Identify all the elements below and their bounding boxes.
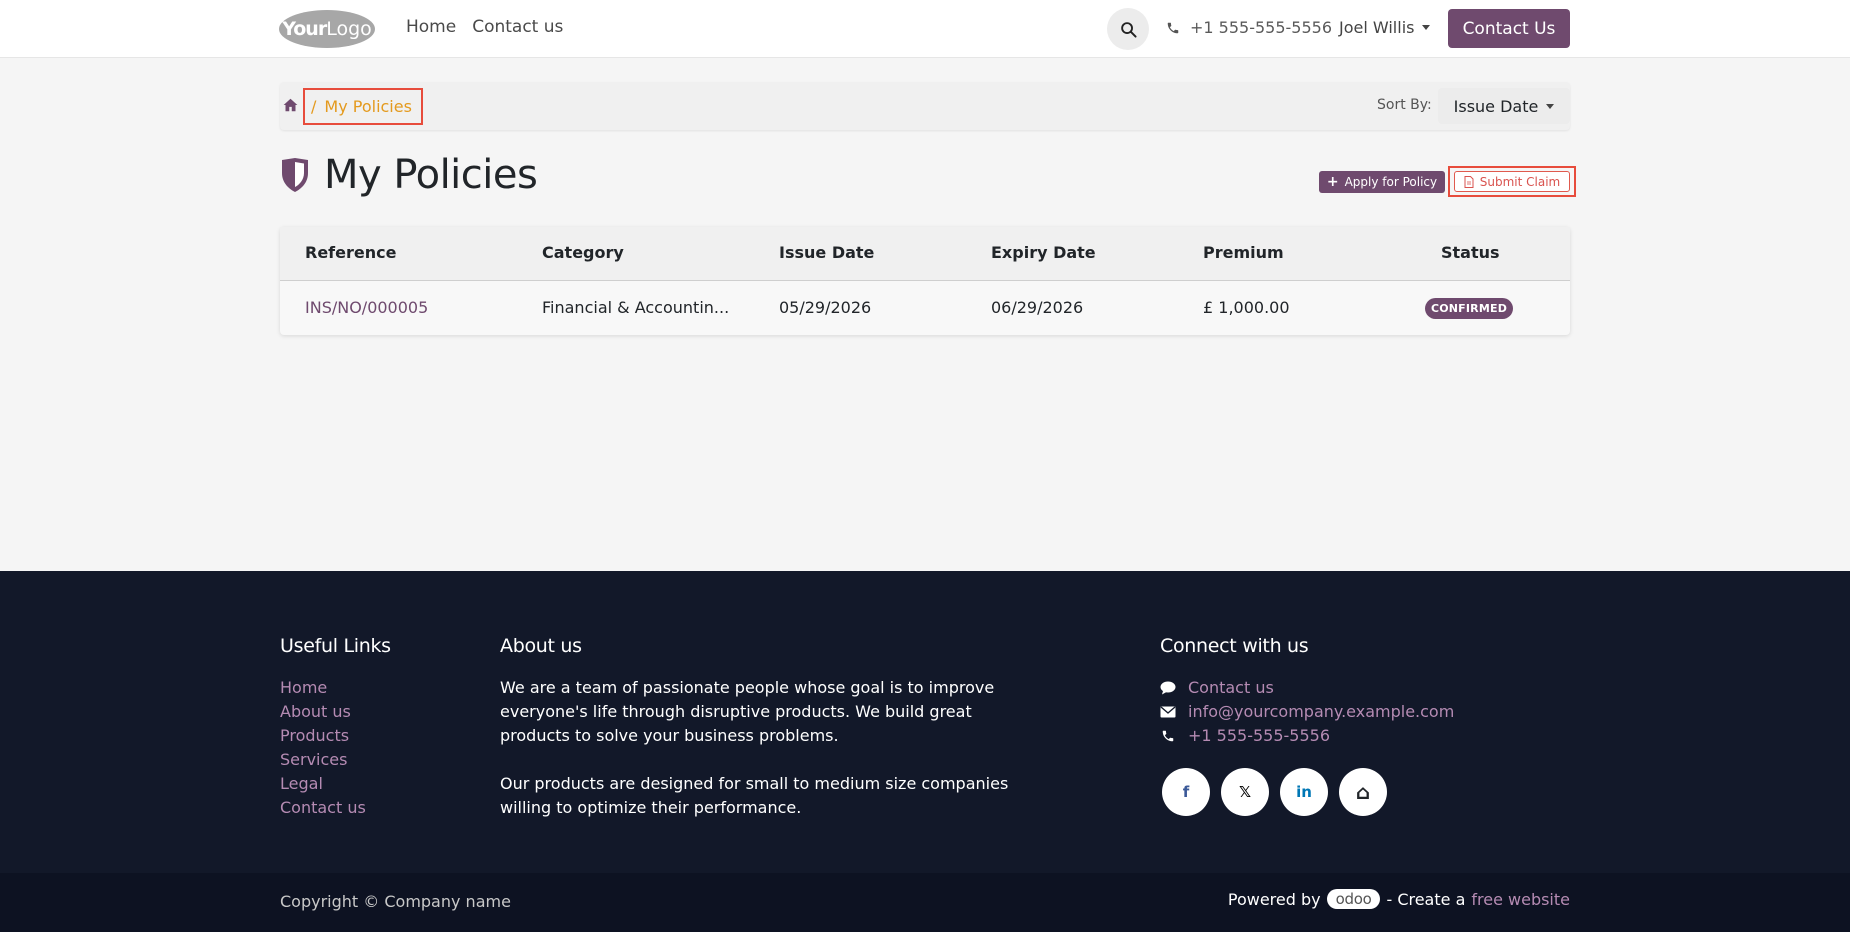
status-badge: CONFIRMED: [1425, 298, 1513, 319]
about-title: About us: [500, 635, 582, 657]
column-header-status: Status: [1441, 243, 1500, 262]
column-header-reference: Reference: [305, 243, 397, 262]
connect-phone-label: +1 555-555-5556: [1188, 726, 1331, 745]
footer-link-home[interactable]: Home: [280, 676, 366, 700]
submit-claim-highlight: Submit Claim: [1448, 166, 1576, 197]
page-title: My Policies: [324, 152, 538, 198]
apply-for-policy-label: Apply for Policy: [1344, 175, 1438, 189]
connect-title: Connect with us: [1160, 635, 1309, 657]
breadcrumb-current: / My Policies: [303, 88, 423, 125]
top-navbar: Your Logo Home Contact us +1 555-555-5556…: [0, 0, 1850, 58]
powered-by-label: Powered by: [1227, 889, 1321, 909]
footer-link-about[interactable]: About us: [280, 700, 366, 724]
footer-link-legal[interactable]: Legal: [280, 772, 366, 796]
connect-list: Contact us info@yourcompany.example.com …: [1160, 676, 1454, 748]
plus-icon: +: [1326, 174, 1339, 190]
footer-link-services[interactable]: Services: [280, 748, 366, 772]
caret-down-icon: [1422, 25, 1431, 30]
about-paragraph-2: Our products are designed for small to m…: [500, 774, 1009, 817]
user-dropdown[interactable]: Joel Willis: [1339, 18, 1431, 37]
shield-icon: [282, 158, 308, 192]
sort-by-dropdown[interactable]: Issue Date: [1438, 88, 1570, 124]
user-name: Joel Willis: [1339, 18, 1415, 37]
home-icon[interactable]: [283, 97, 298, 116]
apply-for-policy-button[interactable]: + Apply for Policy: [1319, 171, 1445, 193]
policy-reference-link[interactable]: INS/NO/000005: [305, 298, 428, 317]
search-icon: [1120, 21, 1137, 38]
table-header: Reference Category Issue Date Expiry Dat…: [280, 227, 1570, 281]
page-header: My Policies: [280, 152, 538, 198]
policies-table: Reference Category Issue Date Expiry Dat…: [280, 227, 1570, 335]
home-icon[interactable]: ⌂: [1339, 768, 1387, 816]
policy-issue-date: 05/29/2026: [779, 298, 872, 317]
breadcrumb-current-label: My Policies: [324, 97, 412, 116]
envelope-icon: [1160, 706, 1176, 718]
comment-icon: [1160, 681, 1176, 695]
useful-links-list: Home About us Products Services Legal Co…: [280, 676, 366, 820]
about-paragraph-1: We are a team of passionate people whose…: [500, 678, 995, 745]
main-nav: Home Contact us: [406, 17, 563, 37]
table-row[interactable]: INS/NO/000005 Financial & Accountin... 0…: [280, 281, 1570, 335]
copyright-text: Copyright © Company name: [280, 892, 511, 911]
phone-icon: [1167, 22, 1179, 33]
connect-phone[interactable]: +1 555-555-5556: [1160, 724, 1454, 748]
create-a-label: - Create a: [1386, 889, 1466, 909]
useful-links-title: Useful Links: [280, 635, 391, 657]
sort-by-value: Issue Date: [1453, 96, 1539, 116]
submit-claim-button[interactable]: Submit Claim: [1454, 171, 1570, 192]
phone-icon: [1160, 729, 1176, 743]
sort-by-label: Sort By:: [1377, 97, 1432, 113]
x-icon[interactable]: 𝕏: [1221, 768, 1269, 816]
connect-contact-label: Contact us: [1188, 678, 1274, 697]
connect-email[interactable]: info@yourcompany.example.com: [1160, 700, 1454, 724]
connect-email-label: info@yourcompany.example.com: [1188, 702, 1455, 721]
submit-claim-label: Submit Claim: [1479, 174, 1561, 189]
about-text: We are a team of passionate people whose…: [500, 676, 1020, 844]
linkedin-icon[interactable]: in: [1280, 768, 1328, 816]
footer: Useful Links Home About us Products Serv…: [0, 571, 1850, 873]
nav-link-home[interactable]: Home: [406, 17, 456, 37]
social-links: f 𝕏 in ⌂: [1162, 768, 1387, 816]
copyright-bar: Copyright © Company name Powered by odoo…: [0, 873, 1850, 932]
odoo-logo[interactable]: odoo: [1326, 889, 1381, 909]
free-website-link[interactable]: free website: [1471, 890, 1570, 909]
facebook-icon[interactable]: f: [1162, 768, 1210, 816]
caret-down-icon: [1546, 103, 1555, 109]
policy-expiry-date: 06/29/2026: [991, 298, 1084, 317]
column-header-expiry-date: Expiry Date: [991, 243, 1096, 262]
header-phone[interactable]: +1 555-555-5556: [1166, 18, 1332, 37]
column-header-category: Category: [542, 243, 624, 262]
column-header-premium: Premium: [1203, 243, 1284, 262]
policy-premium: £ 1,000.00: [1203, 298, 1290, 317]
powered-by: Powered by odoo - Create a free website: [1228, 889, 1570, 909]
footer-link-contact[interactable]: Contact us: [280, 796, 366, 820]
search-button[interactable]: [1107, 8, 1149, 50]
footer-link-products[interactable]: Products: [280, 724, 366, 748]
column-header-issue-date: Issue Date: [779, 243, 875, 262]
nav-link-contact[interactable]: Contact us: [472, 17, 563, 37]
breadcrumb-bar: / My Policies Sort By: Issue Date: [280, 82, 1570, 130]
connect-contact[interactable]: Contact us: [1160, 676, 1454, 700]
contact-us-button[interactable]: Contact Us: [1448, 9, 1570, 48]
header-phone-text: +1 555-555-5556: [1190, 18, 1333, 37]
company-logo[interactable]: Your Logo: [279, 10, 375, 48]
file-icon: [1464, 175, 1474, 188]
breadcrumb-separator: /: [311, 97, 317, 116]
policy-category: Financial & Accountin...: [542, 298, 730, 317]
